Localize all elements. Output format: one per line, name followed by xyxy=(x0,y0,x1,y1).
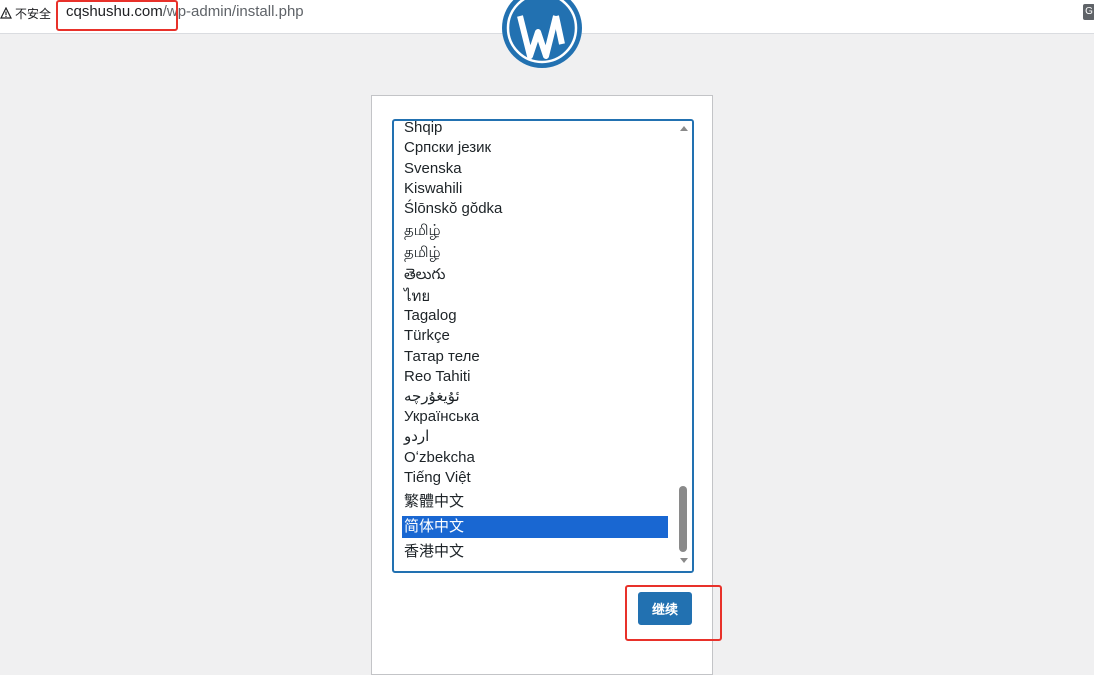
security-indicator[interactable]: 不安全 xyxy=(0,4,51,22)
scroll-up-icon[interactable] xyxy=(680,126,688,131)
scrollbar-thumb[interactable] xyxy=(679,486,687,552)
language-option-selected[interactable]: 简体中文 xyxy=(402,516,668,538)
url-host: cqshushu.com xyxy=(66,3,163,20)
language-option[interactable]: Українська xyxy=(402,406,668,428)
language-option[interactable]: Ślōnskŏ gŏdka xyxy=(402,198,668,220)
language-option[interactable]: Türkçe xyxy=(402,325,668,347)
language-option[interactable]: Kiswahili xyxy=(402,178,668,200)
language-option[interactable]: ئۇيغۇرچە xyxy=(402,386,668,408)
language-option[interactable]: 繁體中文 xyxy=(402,491,668,513)
language-option[interactable]: اردو xyxy=(402,426,668,448)
language-option[interactable]: 香港中文 xyxy=(402,541,668,563)
language-options: Shqip Српски језик Svenska Kiswahili Ślōnskŏ… xyxy=(394,121,676,571)
security-label: 不安全 xyxy=(15,6,52,21)
language-option[interactable]: Tiếng Việt xyxy=(402,467,668,489)
language-option[interactable]: తెలుగు xyxy=(402,264,668,286)
language-option[interactable]: தமிழ் xyxy=(402,242,668,264)
url-field[interactable]: cqshushu.com/wp-admin/install.php xyxy=(66,3,304,20)
language-option[interactable]: Oʻzbekcha xyxy=(402,447,668,469)
translate-icon[interactable]: G xyxy=(1083,4,1094,20)
language-option[interactable]: Svenska xyxy=(402,158,668,180)
language-option[interactable]: Reo Tahiti xyxy=(402,366,668,388)
wordpress-logo-icon xyxy=(502,0,582,68)
continue-button[interactable]: 继续 xyxy=(638,592,692,625)
warning-triangle-icon xyxy=(0,7,12,19)
url-path: /wp-admin/install.php xyxy=(162,3,304,20)
language-option[interactable]: Српски језик xyxy=(402,137,668,159)
language-option[interactable]: தமிழ் xyxy=(402,220,668,242)
language-option[interactable]: Татар теле xyxy=(402,346,668,368)
language-option[interactable]: Tagalog xyxy=(402,305,668,327)
listbox-scrollbar[interactable] xyxy=(676,121,692,571)
language-select[interactable]: Shqip Српски језик Svenska Kiswahili Ślōnskŏ… xyxy=(392,119,694,573)
scroll-down-icon[interactable] xyxy=(680,558,688,563)
